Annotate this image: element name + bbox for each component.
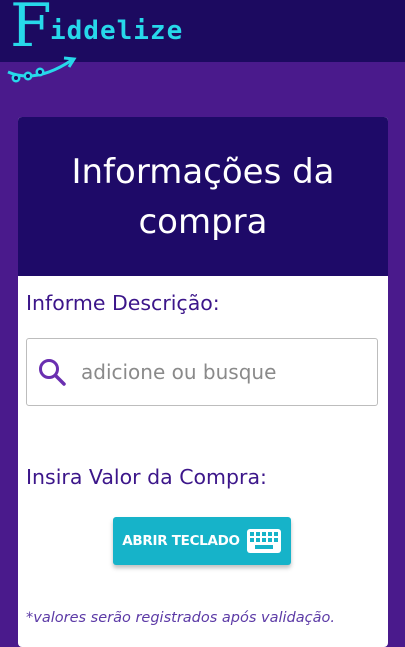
description-search-input[interactable]: [79, 359, 363, 385]
card-title: Informações da compra: [71, 151, 335, 242]
top-bar: F iddelize: [0, 0, 405, 83]
search-icon: [39, 359, 66, 386]
description-search-box[interactable]: [26, 338, 378, 406]
fiddelize-logo[interactable]: F iddelize: [6, 0, 246, 86]
purchase-info-card: Informações da compra Informe Descrição:…: [18, 117, 388, 647]
logo-swoosh-icon: [7, 56, 77, 83]
logo-text: iddelize: [50, 16, 184, 46]
card-header: Informações da compra: [18, 117, 388, 276]
keyboard-icon: [246, 529, 281, 553]
description-label: Informe Descrição:: [26, 291, 220, 315]
purchase-value-label: Insira Valor da Compra:: [26, 465, 267, 489]
open-keyboard-button[interactable]: ABRIR TECLADO: [113, 517, 291, 565]
logo-initial: F: [10, 0, 52, 61]
open-keyboard-label: ABRIR TECLADO: [122, 533, 240, 549]
validation-note: *valores serão registrados após validaçã…: [26, 610, 335, 626]
